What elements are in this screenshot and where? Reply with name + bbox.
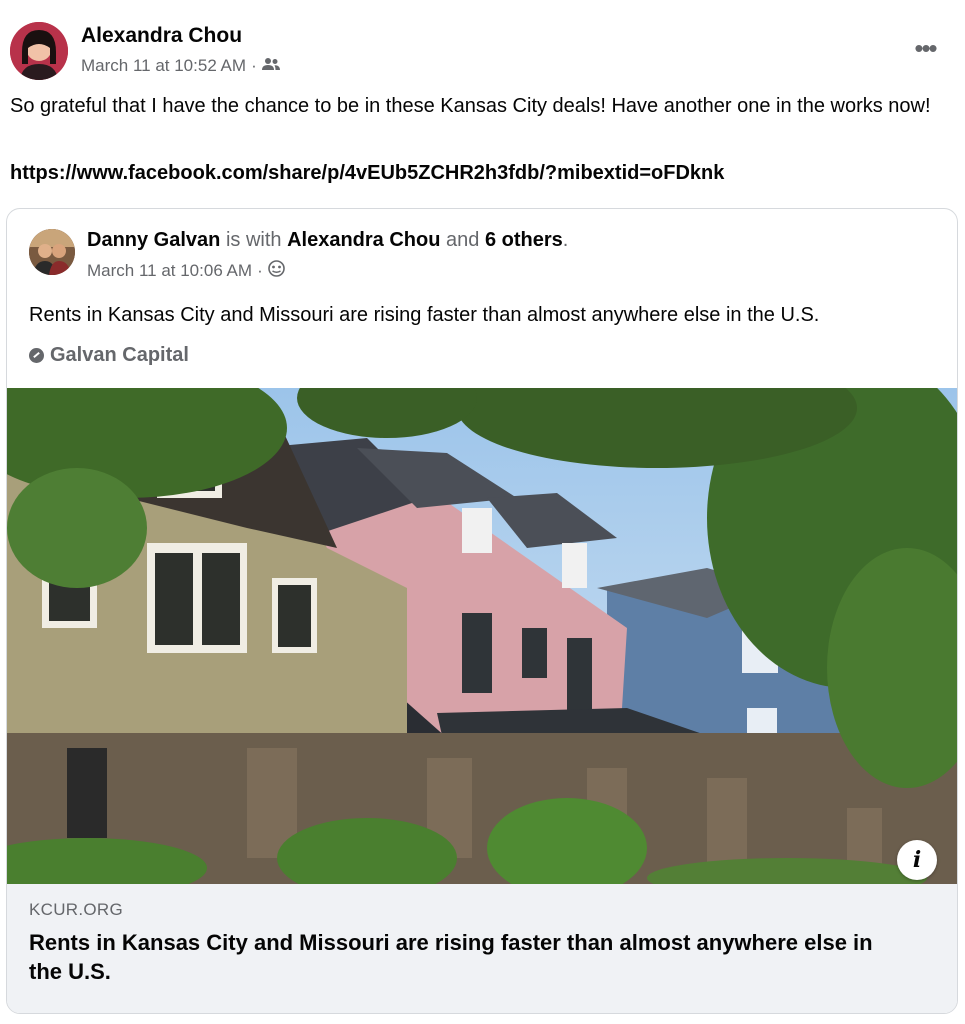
period-text: . bbox=[562, 229, 569, 251]
shared-post-text: Rents in Kansas City and Missouri are ri… bbox=[29, 304, 820, 326]
more-options-button[interactable]: ••• bbox=[905, 30, 945, 66]
custom-audience-icon bbox=[267, 260, 285, 282]
shared-post-card[interactable]: Danny Galvan is with Alexandra Chou and … bbox=[6, 208, 958, 1014]
post-timestamp[interactable]: March 11 at 10:52 AM bbox=[81, 56, 246, 76]
is-with-text: is with bbox=[225, 229, 282, 251]
shared-post-meta: March 11 at 10:06 AM · bbox=[87, 260, 285, 282]
facebook-post: Alexandra Chou March 11 at 10:52 AM · ••… bbox=[0, 0, 965, 1024]
and-text: and bbox=[446, 229, 480, 251]
author-avatar[interactable] bbox=[10, 22, 68, 80]
shared-post-header: Danny Galvan is with Alexandra Chou and … bbox=[87, 229, 568, 252]
page-tag[interactable]: Galvan Capital bbox=[29, 344, 189, 367]
shared-author-name[interactable]: Danny Galvan bbox=[87, 229, 220, 251]
shared-timestamp[interactable]: March 11 at 10:06 AM bbox=[87, 261, 252, 281]
link-preview[interactable]: KCUR.ORG Rents in Kansas City and Missou… bbox=[7, 884, 957, 1013]
shared-author-avatar[interactable] bbox=[29, 229, 75, 275]
friends-icon bbox=[261, 56, 280, 76]
author-name[interactable]: Alexandra Chou bbox=[81, 24, 242, 48]
tag-icon bbox=[29, 348, 44, 363]
link-title[interactable]: Rents in Kansas City and Missouri are ri… bbox=[29, 928, 909, 986]
page-tag-label: Galvan Capital bbox=[50, 344, 189, 366]
others-link[interactable]: 6 others bbox=[485, 229, 563, 251]
post-text: So grateful that I have the chance to be… bbox=[10, 95, 931, 117]
info-button[interactable]: i bbox=[897, 840, 937, 880]
houses-photo[interactable]: i bbox=[7, 388, 957, 884]
post-meta: March 11 at 10:52 AM · bbox=[81, 56, 280, 76]
meta-separator: · bbox=[251, 56, 257, 75]
post-link[interactable]: https://www.facebook.com/share/p/4vEUb5Z… bbox=[10, 162, 724, 185]
tagged-person[interactable]: Alexandra Chou bbox=[287, 229, 440, 251]
shared-meta-separator: · bbox=[257, 261, 263, 280]
link-domain: KCUR.ORG bbox=[29, 900, 124, 919]
